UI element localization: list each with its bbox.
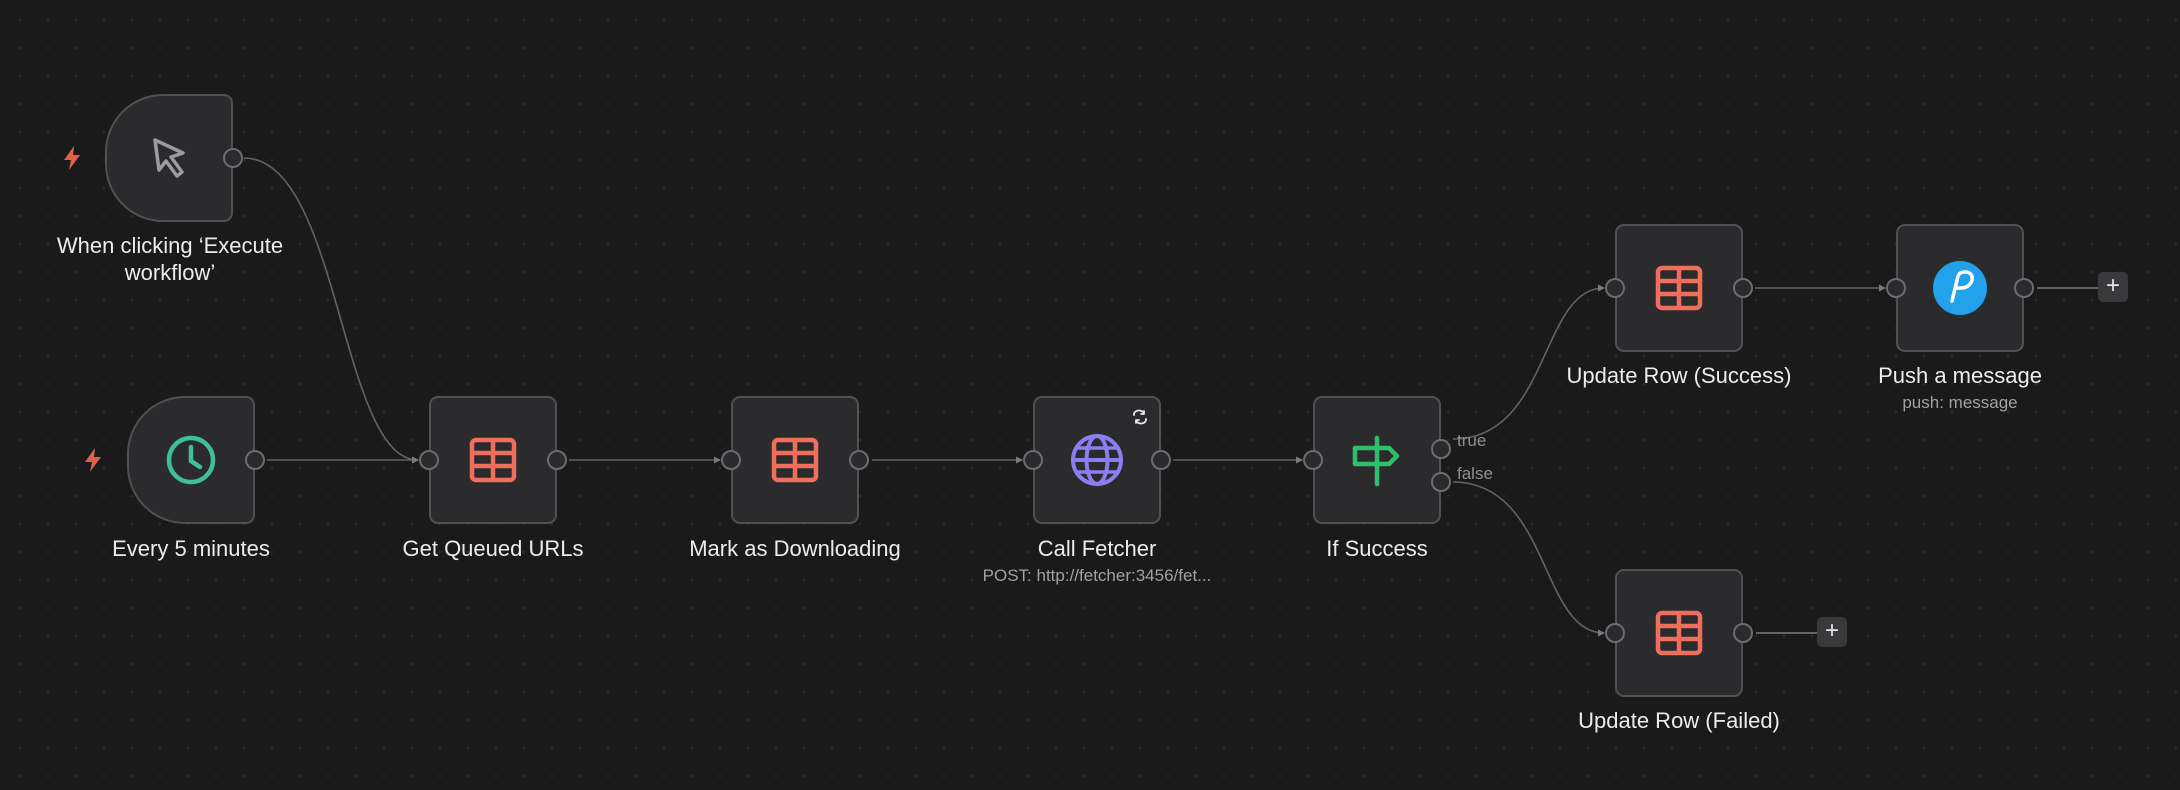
node-label-if-success: If Success [1326, 536, 1428, 561]
add-node-button[interactable]: + [1817, 617, 1847, 647]
table-icon [763, 428, 827, 492]
node-update-row-failed[interactable] [1605, 569, 1753, 697]
output-handle[interactable] [1151, 450, 1171, 470]
input-handle[interactable] [1886, 278, 1906, 298]
edge-manual-to-get[interactable] [243, 157, 419, 464]
clock-icon [159, 428, 223, 492]
trigger-bolt-icon [85, 448, 101, 472]
output-handle-false[interactable] [1431, 472, 1451, 492]
output-handle[interactable] [1733, 278, 1753, 298]
node-get-queued-urls[interactable] [419, 396, 567, 524]
node-label-get-queued-urls: Get Queued URLs [402, 536, 584, 561]
input-handle[interactable] [721, 450, 741, 470]
table-icon [1647, 601, 1711, 665]
node-call-fetcher[interactable] [1023, 396, 1171, 524]
node-subtitle-push-a-message: push: message [1902, 393, 2018, 412]
input-handle[interactable] [419, 450, 439, 470]
node-label-push-a-message: Push a message [1878, 363, 2042, 388]
node-label-update-row-success: Update Row (Success) [1566, 363, 1792, 388]
node-label-mark-as-downloading: Mark as Downloading [689, 536, 901, 561]
trigger-bolt-icon [64, 146, 80, 170]
pushbullet-icon [1928, 256, 1992, 320]
input-handle[interactable] [1605, 278, 1625, 298]
node-push-a-message[interactable] [1886, 224, 2034, 352]
node-manual-trigger[interactable] [105, 94, 243, 222]
node-label-call-fetcher: Call Fetcher [1037, 536, 1157, 561]
node-subtitle-call-fetcher: POST: http://fetcher:3456/fet... [982, 566, 1212, 585]
node-if-success[interactable]: true false [1303, 396, 1493, 524]
cursor-icon [137, 126, 201, 190]
output-handle[interactable] [245, 450, 265, 470]
table-icon [1647, 256, 1711, 320]
globe-icon [1065, 428, 1129, 492]
output-handle-true[interactable] [1431, 439, 1451, 459]
retry-icon [1133, 409, 1147, 425]
signpost-icon [1345, 428, 1409, 492]
output-handle[interactable] [849, 450, 869, 470]
node-label-schedule-trigger: Every 5 minutes [112, 536, 270, 561]
node-schedule-trigger[interactable] [127, 396, 265, 524]
output-handle[interactable] [1733, 623, 1753, 643]
output-label-false: false [1457, 464, 1493, 483]
output-handle[interactable] [2014, 278, 2034, 298]
node-update-row-success[interactable] [1605, 224, 1753, 352]
output-handle[interactable] [547, 450, 567, 470]
input-handle[interactable] [1023, 450, 1043, 470]
output-handle[interactable] [223, 148, 243, 168]
add-node-button[interactable]: + [2098, 272, 2128, 302]
input-handle[interactable] [1605, 623, 1625, 643]
node-label-manual-trigger: When clicking ‘Execute workflow’ [56, 233, 284, 285]
node-mark-as-downloading[interactable] [721, 396, 869, 524]
node-label-update-row-failed: Update Row (Failed) [1578, 708, 1780, 733]
output-label-true: true [1457, 431, 1487, 450]
workflow-canvas[interactable]: When clicking ‘Execute workflow’ Every 5… [0, 0, 2180, 790]
input-handle[interactable] [1303, 450, 1323, 470]
table-icon [461, 428, 525, 492]
